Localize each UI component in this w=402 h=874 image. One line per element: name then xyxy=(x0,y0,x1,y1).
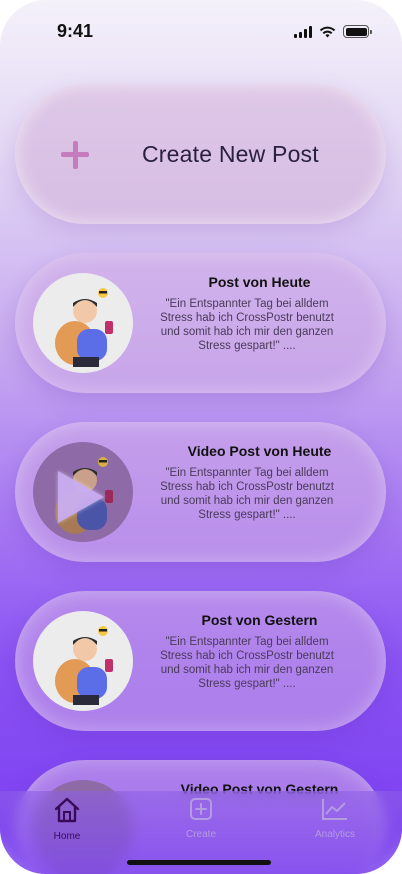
tab-create-label: Create xyxy=(185,829,216,840)
post-thumbnail xyxy=(33,611,133,711)
plus-square-icon xyxy=(190,798,212,820)
battery-icon xyxy=(343,25,372,38)
video-post-card[interactable]: Video Post von Heute "Ein Entspannter Ta… xyxy=(15,422,386,562)
status-bar: 9:41 xyxy=(0,0,402,62)
post-excerpt: "Ein Entspannter Tag bei alldem Stress h… xyxy=(160,636,334,690)
phone-screen: 9:41 Create New Post Post von Heute "Ein… xyxy=(0,0,402,874)
tab-analytics-label: Analytics xyxy=(314,829,355,840)
create-new-post-label: Create New Post xyxy=(142,141,319,167)
post-title: Video Post von Heute xyxy=(187,443,332,459)
tab-create[interactable]: Create xyxy=(161,797,241,840)
wifi-icon xyxy=(319,26,336,37)
play-icon[interactable] xyxy=(58,471,104,523)
home-indicator[interactable] xyxy=(127,860,271,865)
home-icon xyxy=(54,797,80,823)
status-icons xyxy=(294,25,372,38)
video-thumbnail xyxy=(33,442,133,542)
post-title: Post von Gestern xyxy=(201,612,318,628)
tab-analytics[interactable]: Analytics xyxy=(295,797,375,840)
post-excerpt: "Ein Entspannter Tag bei alldem Stress h… xyxy=(160,467,334,521)
plus-icon xyxy=(61,141,89,169)
chart-icon xyxy=(322,799,347,820)
post-title: Post von Heute xyxy=(208,274,311,290)
post-card[interactable]: Post von Heute "Ein Entspannter Tag bei … xyxy=(15,253,386,393)
post-excerpt: "Ein Entspannter Tag bei alldem Stress h… xyxy=(160,298,334,352)
status-time: 9:41 xyxy=(57,21,94,41)
tab-home[interactable]: Home xyxy=(27,797,107,842)
create-new-post-button[interactable]: Create New Post xyxy=(15,84,386,224)
tab-home-label: Home xyxy=(53,831,81,842)
post-thumbnail xyxy=(33,273,133,373)
cellular-signal-icon xyxy=(294,25,312,38)
post-card[interactable]: Post von Gestern "Ein Entspannter Tag be… xyxy=(15,591,386,731)
